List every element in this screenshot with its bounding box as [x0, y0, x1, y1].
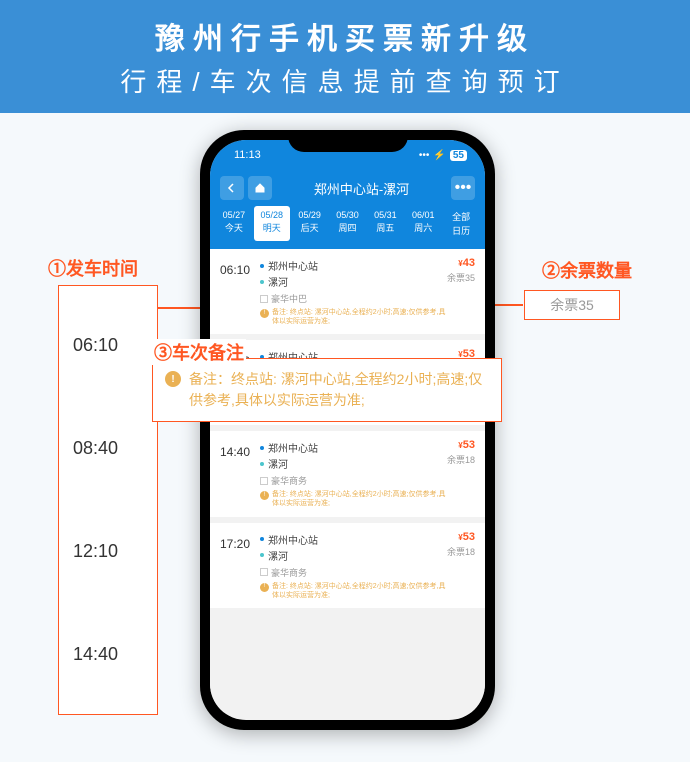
annotation-tickets-left: ②余票数量	[542, 257, 632, 283]
back-button[interactable]	[220, 176, 244, 200]
banner-subtitle: 行程/车次信息提前查询预订	[0, 62, 690, 99]
trip-to: 漯河	[260, 548, 447, 563]
trip-note: !备注: 终点站: 漯河中心站,全程约2小时;高速;仅供参考,具体以实际运营为准…	[260, 490, 447, 508]
nav-bar: 郑州中心站-漯河 •••	[210, 170, 485, 206]
trip-item[interactable]: 06:10 郑州中心站 漯河 豪华中巴 !备注: 终点站: 漯河中心站,全程约2…	[210, 249, 485, 334]
trip-from: 郑州中心站	[260, 258, 447, 273]
date-tab[interactable]: 06/01周六	[405, 206, 441, 241]
dot-icon	[260, 280, 264, 284]
trip-item[interactable]: 17:20 郑州中心站 漯河 豪华商务 !备注: 终点站: 漯河中心站,全程约2…	[210, 523, 485, 608]
trip-tickets: 余票18	[447, 545, 475, 558]
trip-time: 14:40	[220, 439, 260, 508]
middle-note-text: 备注：终点站: 漯河中心站,全程约2小时;高速;仅供参考,具体以实际运营为准;	[189, 369, 489, 411]
date-tab[interactable]: 05/27今天	[216, 206, 252, 241]
trip-note: !备注: 终点站: 漯河中心站,全程约2小时;高速;仅供参考,具体以实际运营为准…	[260, 308, 447, 326]
nav-title: 郑州中心站-漯河	[272, 179, 451, 198]
trip-list[interactable]: 06:10 郑州中心站 漯河 豪华中巴 !备注: 终点站: 漯河中心站,全程约2…	[210, 249, 485, 719]
trip-to: 漯河	[260, 456, 447, 471]
dot-icon	[260, 264, 264, 268]
info-icon: !	[260, 583, 269, 592]
checkbox-icon	[260, 295, 268, 303]
trip-right: ¥43 余票35	[447, 257, 475, 326]
trip-class: 豪华商务	[260, 474, 447, 487]
checkbox-icon	[260, 477, 268, 485]
annotation-trip-note: ③车次备注	[152, 339, 246, 365]
dot-icon	[260, 446, 264, 450]
date-tabs: 05/27今天05/28明天05/29后天05/30周四05/31周五06/01…	[210, 206, 485, 249]
date-tab[interactable]: 05/28明天	[254, 206, 290, 241]
info-icon: !	[260, 491, 269, 500]
phone-frame: 11:13 ••• ⚡ 55 郑州中心站-漯河 ••• 05/27今天05/28…	[200, 130, 495, 730]
left-times-callout: 06:10 08:40 12:10 14:40	[58, 285, 158, 715]
trip-tickets: 余票18	[447, 453, 475, 466]
checkbox-icon	[260, 568, 268, 576]
trip-class: 豪华商务	[260, 566, 447, 579]
trip-price: ¥53	[447, 531, 475, 543]
trip-item[interactable]: 14:40 郑州中心站 漯河 豪华商务 !备注: 终点站: 漯河中心站,全程约2…	[210, 431, 485, 516]
annotation-departure-time: ①发车时间	[48, 255, 138, 281]
middle-note-callout: ! 备注：终点站: 漯河中心站,全程约2小时;高速;仅供参考,具体以实际运营为准…	[152, 358, 502, 422]
phone-screen: 11:13 ••• ⚡ 55 郑州中心站-漯河 ••• 05/27今天05/28…	[210, 140, 485, 720]
left-time-item: 08:40	[59, 438, 157, 459]
right-tickets-callout: 余票35	[524, 290, 620, 320]
home-button[interactable]	[248, 176, 272, 200]
date-tab[interactable]: 05/29后天	[292, 206, 328, 241]
trip-info: 郑州中心站 漯河 豪华商务 !备注: 终点站: 漯河中心站,全程约2小时;高速;…	[260, 531, 447, 600]
dot-icon	[260, 553, 264, 557]
date-tab[interactable]: 05/30周四	[330, 206, 366, 241]
trip-time: 17:20	[220, 531, 260, 600]
trip-info: 郑州中心站 漯河 豪华商务 !备注: 终点站: 漯河中心站,全程约2小时;高速;…	[260, 439, 447, 508]
date-tab[interactable]: 全部日历	[443, 206, 479, 241]
trip-note: !备注: 终点站: 漯河中心站,全程约2小时;高速;仅供参考,具体以实际运营为准…	[260, 582, 447, 600]
trip-price: ¥53	[447, 439, 475, 451]
left-time-item: 14:40	[59, 644, 157, 665]
trip-to: 漯河	[260, 274, 447, 289]
date-tab[interactable]: 05/31周五	[367, 206, 403, 241]
header-banner: 豫州行手机买票新升级 行程/车次信息提前查询预订	[0, 0, 690, 113]
status-time: 11:13	[234, 149, 261, 161]
trip-time: 06:10	[220, 257, 260, 326]
trip-class: 豪华中巴	[260, 292, 447, 305]
trip-price: ¥43	[447, 257, 475, 269]
trip-tickets: 余票35	[447, 271, 475, 284]
wifi-icon: ⚡	[433, 150, 445, 161]
dot-icon	[260, 537, 264, 541]
phone-notch	[288, 130, 408, 152]
banner-title: 豫州行手机买票新升级	[0, 14, 690, 58]
left-time-item: 12:10	[59, 541, 157, 562]
info-icon: !	[260, 309, 269, 318]
status-indicators: ••• ⚡ 55	[419, 150, 467, 161]
trip-right: ¥53 余票18	[447, 531, 475, 600]
trip-from: 郑州中心站	[260, 440, 447, 455]
signal-icon: •••	[419, 150, 430, 161]
trip-from: 郑州中心站	[260, 532, 447, 547]
dot-icon	[260, 462, 264, 466]
battery-icon: 55	[450, 150, 467, 161]
more-button[interactable]: •••	[451, 176, 475, 200]
left-time-item: 06:10	[59, 335, 157, 356]
trip-info: 郑州中心站 漯河 豪华中巴 !备注: 终点站: 漯河中心站,全程约2小时;高速;…	[260, 257, 447, 326]
info-icon: !	[165, 371, 181, 387]
trip-right: ¥53 余票18	[447, 439, 475, 508]
